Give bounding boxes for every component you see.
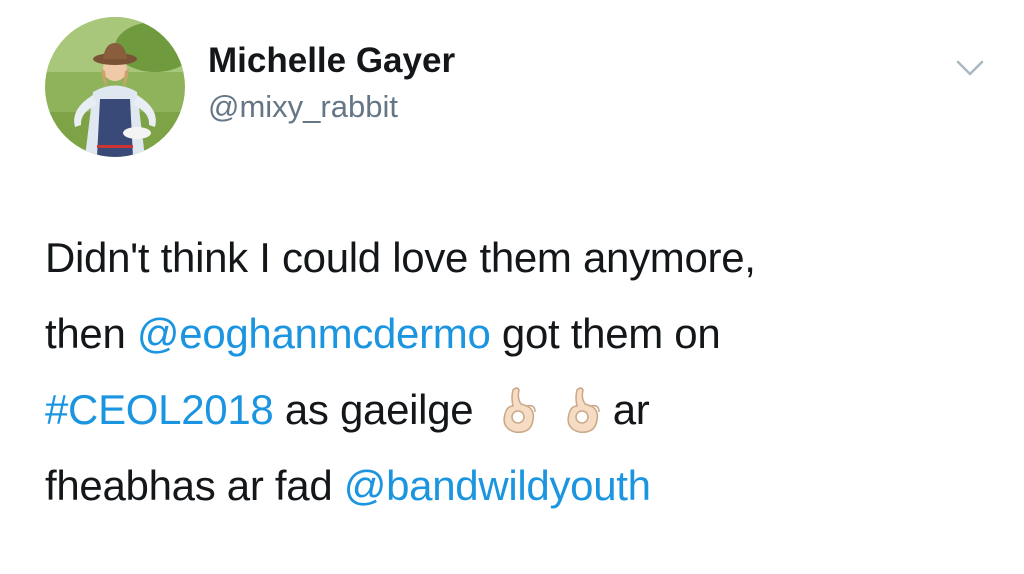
tweet-text-segment: fheabhas ar fad: [45, 462, 344, 509]
tweet-text-segment: ar: [612, 386, 650, 433]
hashtag-link-ceol2018[interactable]: #CEOL2018: [45, 386, 274, 433]
mention-link-eoghanmcdermo[interactable]: @eoghanmcdermo: [137, 310, 491, 357]
tweet-line-2: then @eoghanmcdermo got them on: [45, 296, 1005, 372]
display-name[interactable]: Michelle Gayer: [208, 40, 455, 82]
tweet-text-segment: got them on: [490, 310, 721, 357]
tweet-text: Didn't think I could love them anymore, …: [45, 220, 1005, 524]
username-handle[interactable]: @mixy_rabbit: [208, 87, 455, 127]
mention-link-bandwildyouth[interactable]: @bandwildyouth: [344, 462, 651, 509]
ok-hand-emoji: [555, 384, 607, 436]
ok-hand-emoji: [491, 384, 543, 436]
avatar[interactable]: [45, 17, 185, 157]
tweet-text-segment: then: [45, 310, 137, 357]
tweet-text-segment: Didn't think I could love them anymore,: [45, 234, 756, 281]
tweet-line-3: #CEOL2018 as gaeilge ar: [45, 372, 1005, 448]
author-block: Michelle Gayer @mixy_rabbit: [208, 40, 455, 127]
chevron-down-icon[interactable]: [948, 52, 992, 82]
tweet-line-1: Didn't think I could love them anymore,: [45, 220, 1005, 296]
tweet-line-4: fheabhas ar fad @bandwildyouth: [45, 448, 1005, 524]
tweet-text-segment: as gaeilge: [273, 386, 485, 433]
tweet: Michelle Gayer @mixy_rabbit Didn't think…: [0, 0, 1024, 574]
